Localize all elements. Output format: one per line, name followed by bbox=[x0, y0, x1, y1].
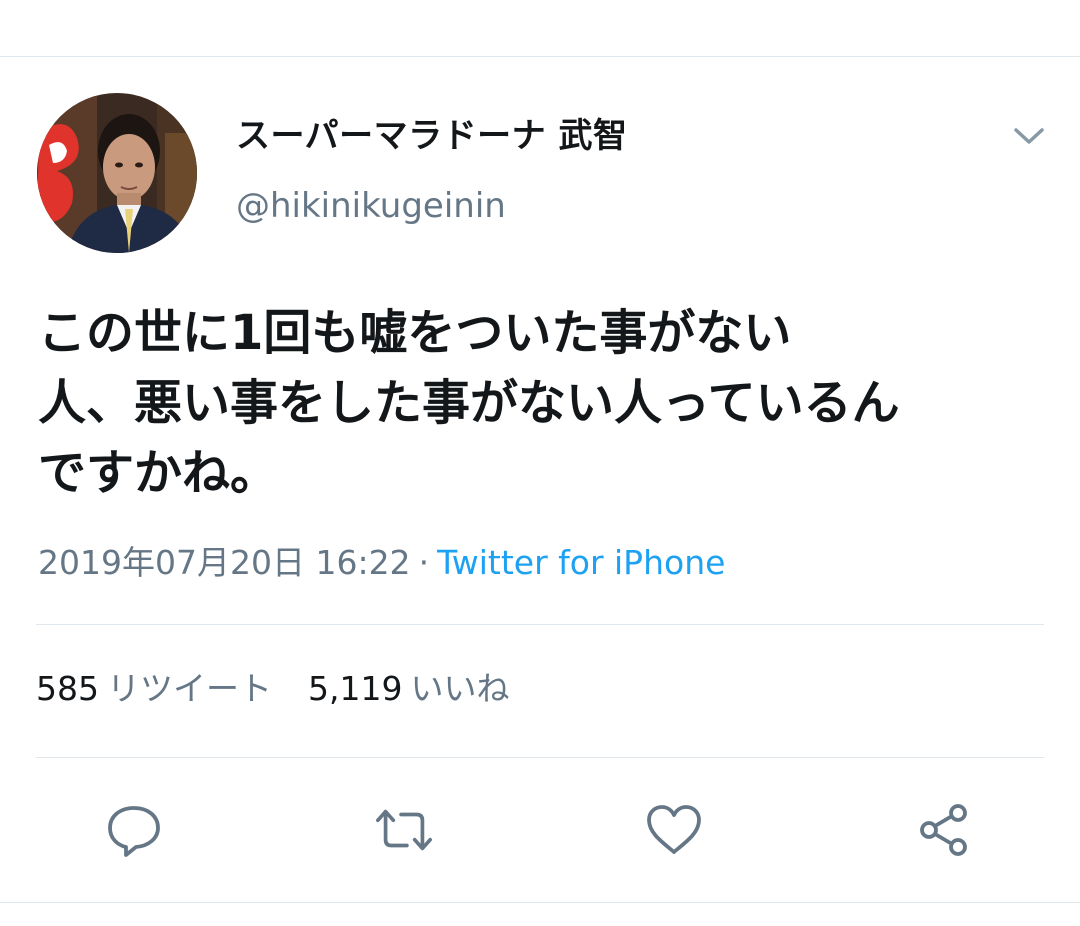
tweet-text-line: 人、悪い事をした事がない人っているん bbox=[38, 375, 900, 431]
avatar-image bbox=[37, 93, 197, 253]
timestamp[interactable]: 2019年07月20日 16:22 bbox=[38, 543, 411, 582]
retweets-stat[interactable]: 585 リツイート bbox=[36, 662, 272, 710]
likes-count: 5,119 bbox=[308, 669, 403, 708]
retweet-button[interactable] bbox=[372, 800, 436, 860]
like-button[interactable] bbox=[642, 800, 706, 860]
retweets-label: リツイート bbox=[107, 669, 272, 708]
avatar[interactable] bbox=[37, 93, 197, 253]
meta-divider bbox=[36, 624, 1044, 625]
tweet-meta: 2019年07月20日 16:22 · Twitter for iPhone bbox=[38, 536, 725, 584]
share-button[interactable] bbox=[912, 800, 976, 860]
tweet-text-line: この世に1回も嘘をついた事がない bbox=[38, 305, 792, 361]
stats-divider bbox=[36, 757, 1044, 758]
retweet-icon bbox=[375, 809, 433, 851]
tweet-stats: 585 リツイート 5,119 いいね bbox=[36, 662, 509, 710]
reply-icon bbox=[108, 806, 160, 857]
retweets-count: 585 bbox=[36, 669, 99, 708]
bottom-divider bbox=[0, 902, 1080, 903]
tweet-text-line: ですかね。 bbox=[38, 445, 279, 501]
reply-button[interactable] bbox=[102, 800, 166, 860]
top-divider bbox=[0, 56, 1080, 57]
display-name[interactable]: スーパーマラドーナ 武智 bbox=[236, 108, 628, 157]
chevron-down-icon[interactable] bbox=[1008, 118, 1050, 154]
source-link[interactable]: Twitter for iPhone bbox=[437, 543, 725, 582]
tweet-text: この世に1回も嘘をついた事がない 人、悪い事をした事がない人っているん ですかね… bbox=[38, 298, 1058, 508]
likes-label: いいね bbox=[410, 669, 510, 708]
likes-stat[interactable]: 5,119 いいね bbox=[308, 662, 509, 710]
like-icon bbox=[647, 805, 701, 854]
share-icon bbox=[920, 804, 967, 856]
meta-separator: · bbox=[418, 543, 430, 582]
user-handle[interactable]: @hikinikugeinin bbox=[236, 186, 506, 226]
